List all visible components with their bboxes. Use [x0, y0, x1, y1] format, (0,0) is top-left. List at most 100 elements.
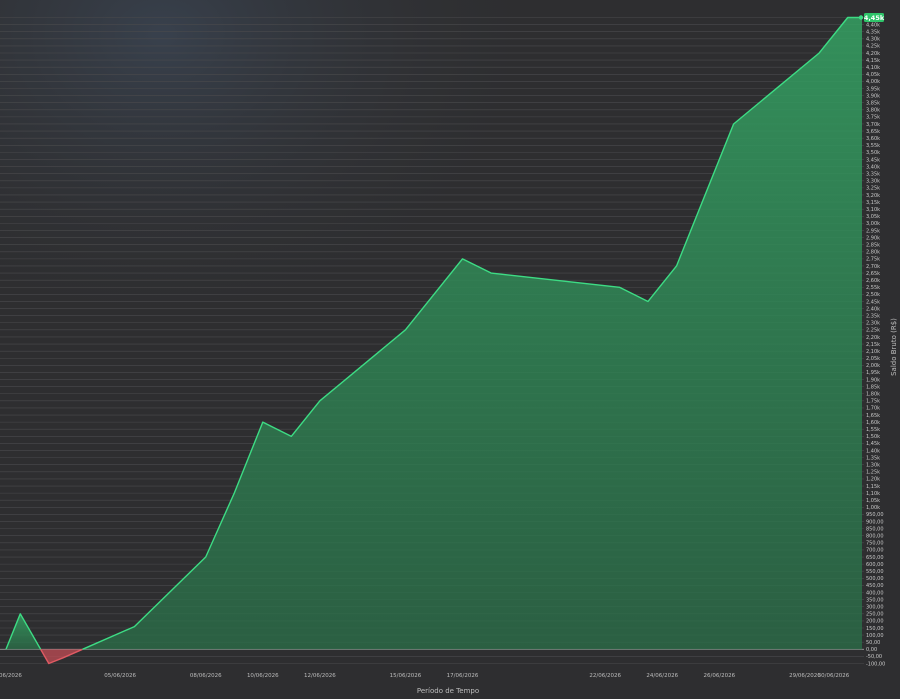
y-tick-label: 3,25k: [866, 186, 880, 192]
y-tick-label: 3,55k: [866, 143, 880, 149]
y-tick-label: 2,50k: [866, 292, 880, 298]
x-tick-label: 12/06/2026: [304, 673, 336, 679]
y-tick-label: 1,90k: [866, 377, 880, 383]
x-tick-label: 29/06/2026: [789, 673, 821, 679]
y-tick-label: 2,75k: [866, 257, 880, 263]
y-tick-label: 550,00: [866, 569, 884, 575]
x-tick-label: 17/06/2026: [447, 673, 479, 679]
y-tick-label: 2,20k: [866, 335, 880, 341]
y-tick-label: 1,45k: [866, 441, 880, 447]
x-tick-label: 05/06/2026: [104, 673, 136, 679]
y-tick-label: 3,10k: [866, 207, 880, 213]
y-tick-label: 3,35k: [866, 171, 880, 177]
x-tick-label: 22/06/2026: [589, 673, 621, 679]
y-tick-label: 2,05k: [866, 356, 880, 362]
y-tick-label: 650,00: [866, 555, 884, 561]
y-tick-label: 50,00: [866, 640, 880, 646]
y-tick-label: 3,50k: [866, 150, 880, 156]
y-tick-label: 3,00k: [866, 221, 880, 227]
y-tick-label: 4,00k: [866, 79, 880, 85]
y-tick-label: 4,05k: [866, 72, 880, 78]
y-tick-label: 1,30k: [866, 463, 880, 469]
y-tick-label: 2,45k: [866, 299, 880, 305]
y-tick-label: 3,20k: [866, 193, 880, 199]
y-tick-label: 2,60k: [866, 278, 880, 284]
y-tick-label: 2,55k: [866, 285, 880, 291]
y-tick-label: 3,70k: [866, 122, 880, 128]
y-tick-label: 1,50k: [866, 434, 880, 440]
y-tick-label: 250,00: [866, 612, 884, 618]
y-tick-label: 4,15k: [866, 58, 880, 64]
y-tick-label: 1,55k: [866, 427, 880, 433]
y-tick-label: 1,65k: [866, 413, 880, 419]
y-tick-label: 4,35k: [866, 29, 880, 35]
y-tick-label: 300,00: [866, 605, 884, 611]
y-tick-label: 1,75k: [866, 399, 880, 405]
y-tick-label: 1,60k: [866, 420, 880, 426]
y-tick-label: 4,25k: [866, 44, 880, 50]
x-tick-label: 15/06/2026: [390, 673, 422, 679]
y-tick-label: 500,00: [866, 576, 884, 582]
y-tick-label: 1,85k: [866, 384, 880, 390]
y-tick-label: 850,00: [866, 526, 884, 532]
y-tick-label: 1,15k: [866, 484, 880, 490]
y-tick-label: 1,40k: [866, 448, 880, 454]
y-tick-label: 4,30k: [866, 37, 880, 43]
y-tick-label: 900,00: [866, 519, 884, 525]
equity-chart: -100,00 -50,00 0,00 50,00 100,00 150,00 200,00…: [0, 0, 900, 699]
y-tick-label: 1,70k: [866, 406, 880, 412]
y-tick-label: 2,10k: [866, 349, 880, 355]
y-tick-label: 1,80k: [866, 392, 880, 398]
y-tick-label: 950,00: [866, 512, 884, 518]
y-tick-label: 2,25k: [866, 328, 880, 334]
y-tick-label: 3,65k: [866, 129, 880, 135]
last-value-badge-label: 4,45k: [864, 14, 885, 22]
y-tick-label: 2,85k: [866, 242, 880, 248]
y-tick-label: 1,95k: [866, 370, 880, 376]
y-tick-label: 700,00: [866, 548, 884, 554]
y-tick-label: 1,25k: [866, 470, 880, 476]
y-tick-label: 4,40k: [866, 22, 880, 28]
y-tick-label: 150,00: [866, 626, 884, 632]
y-tick-label: 3,60k: [866, 136, 880, 142]
y-tick-label: 350,00: [866, 597, 884, 603]
y-tick-label: 1,00k: [866, 505, 880, 511]
y-tick-label: 800,00: [866, 534, 884, 540]
chart-canvas: -100,00-50,000,0050,00100,00150,00200,00…: [0, 0, 900, 699]
y-tick-label: 750,00: [866, 541, 884, 547]
y-tick-label: 2,30k: [866, 321, 880, 327]
y-tick-label: 3,30k: [866, 179, 880, 185]
y-tick-label: 2,70k: [866, 264, 880, 270]
y-tick-label: 600,00: [866, 562, 884, 568]
y-tick-label: 0,00: [866, 647, 877, 653]
y-tick-label: 100,00: [866, 633, 884, 639]
y-tick-label: 2,65k: [866, 271, 880, 277]
x-tick-label: 24/06/2026: [646, 673, 678, 679]
y-tick-label: 400,00: [866, 590, 884, 596]
y-tick-label: 2,40k: [866, 306, 880, 312]
x-tick-label: 01/06/2026: [0, 673, 22, 679]
x-tick-label: 08/06/2026: [190, 673, 222, 679]
x-tick-label: 26/06/2026: [703, 673, 735, 679]
x-tick-label: 10/06/2026: [247, 673, 279, 679]
y-tick-label: 3,85k: [866, 100, 880, 106]
x-tick-label: 30/06/2026: [818, 673, 850, 679]
y-tick-label: 3,40k: [866, 164, 880, 170]
y-tick-label: 4,20k: [866, 51, 880, 57]
y-axis-title: Saldo Bruto (R$): [890, 318, 898, 376]
y-tick-label: 3,90k: [866, 93, 880, 99]
y-tick-label: 2,15k: [866, 342, 880, 348]
y-tick-label: 3,15k: [866, 200, 880, 206]
y-tick-label: 3,75k: [866, 115, 880, 121]
y-tick-label: 4,10k: [866, 65, 880, 71]
y-tick-label: 3,80k: [866, 108, 880, 114]
y-tick-label: -100,00: [866, 661, 885, 667]
y-tick-label: 2,95k: [866, 228, 880, 234]
y-tick-label: 200,00: [866, 619, 884, 625]
last-point-marker: [858, 15, 864, 20]
y-tick-label: 3,45k: [866, 157, 880, 163]
y-tick-label: 450,00: [866, 583, 884, 589]
y-tick-label: 1,05k: [866, 498, 880, 504]
y-tick-label: -50,00: [866, 654, 882, 660]
y-tick-label: 2,80k: [866, 250, 880, 256]
